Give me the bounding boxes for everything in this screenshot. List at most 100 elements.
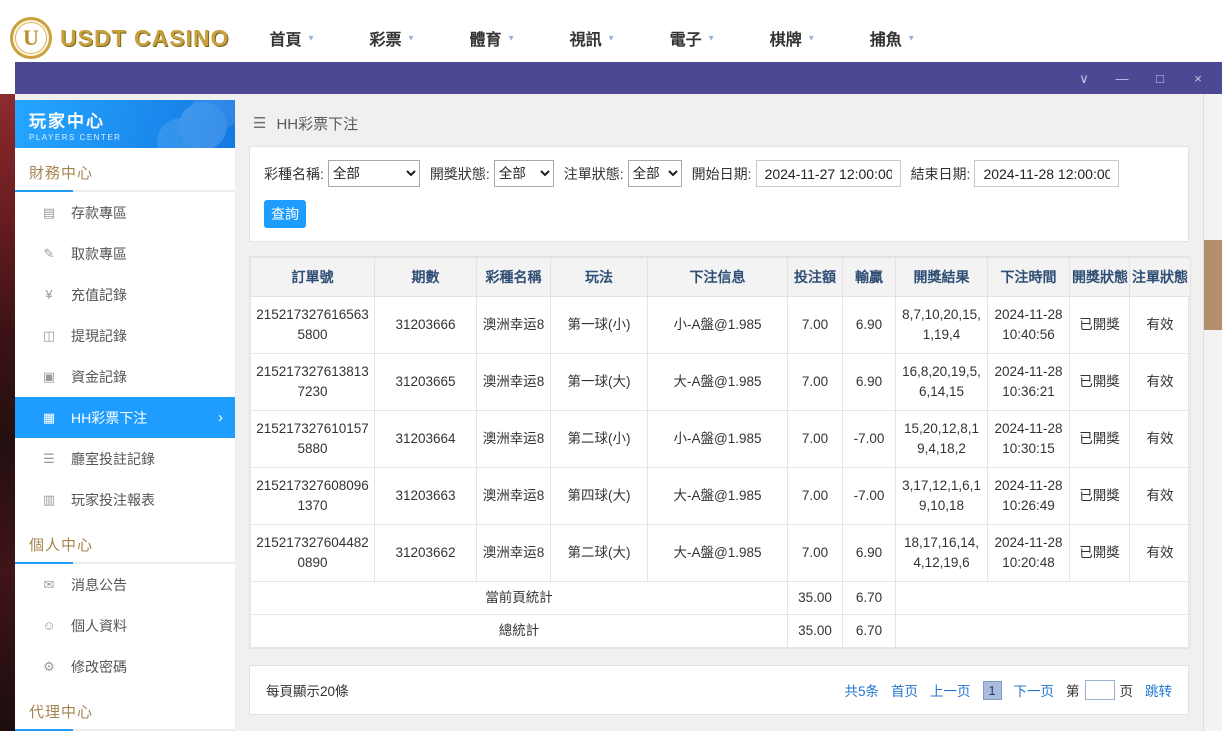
cell-play: 第二球(小) <box>550 410 648 468</box>
nav-item-slots[interactable]: 電子 ▾ <box>670 26 714 50</box>
jump-prefix-text: 第 <box>1066 684 1080 699</box>
cell-bet-info: 大-A盤@1.985 <box>647 353 788 411</box>
end-date-label: 結束日期: <box>910 165 971 182</box>
filter-end-date: 結束日期: <box>911 160 1120 187</box>
sidebar-item-hall-bet-records[interactable]: ☰ 廳室投註記錄 <box>15 438 235 479</box>
nav-label: 捕魚 <box>869 32 902 49</box>
summary-label: 當前頁統計 <box>250 581 788 615</box>
cell-period: 31203666 <box>374 296 477 354</box>
sidebar-item-withdraw-record[interactable]: ◫ 提現記錄 <box>15 315 235 356</box>
sidebar-item-label: HH彩票下注 <box>71 409 148 426</box>
search-button[interactable]: 查詢 <box>264 200 306 228</box>
sidebar-item-player-bet-report[interactable]: ▥ 玩家投注報表 <box>15 479 235 520</box>
nav-item-video[interactable]: 視訊 ▾ <box>570 26 614 50</box>
sidebar-item-hh-lottery-bets[interactable]: ▦ HH彩票下注 › <box>15 397 235 438</box>
cashout-icon: ◫ <box>42 327 56 343</box>
maximize-icon[interactable]: □ <box>1152 72 1168 85</box>
sidebar-item-notices[interactable]: ✉ 消息公告 <box>15 564 235 605</box>
nav-label: 視訊 <box>569 32 602 49</box>
cell-draw-status: 已開獎 <box>1069 410 1130 468</box>
pager: 共5条 首页 上一页 1 下一页 第 页 跳转 <box>844 680 1172 700</box>
chevron-down-icon: ▾ <box>508 32 514 44</box>
column-header-lottery: 彩種名稱 <box>476 257 551 297</box>
cell-amount: 7.00 <box>787 524 843 582</box>
cell-bet-info: 大-A盤@1.985 <box>647 524 788 582</box>
sidebar-item-label: 提現記錄 <box>71 327 127 344</box>
nav-label: 首頁 <box>269 32 302 49</box>
nav-item-fishing[interactable]: 捕魚 ▾ <box>870 26 914 50</box>
cell-win: 6.90 <box>842 353 896 411</box>
column-header-amount: 投注額 <box>787 257 843 297</box>
bell-icon: ✉ <box>43 576 55 592</box>
cell-amount: 7.00 <box>787 410 843 468</box>
table-row: 2152173276044820890 31203662 澳洲幸运8 第二球(大… <box>250 524 1191 582</box>
sidebar-item-change-password[interactable]: ⚙ 修改密碼 <box>15 646 235 687</box>
withdraw-icon: ✎ <box>43 245 55 261</box>
sidebar-item-label: 存款專區 <box>71 204 127 221</box>
dropdown-icon[interactable]: ∨ <box>1076 72 1092 85</box>
sidebar-header: 玩家中心 PLAYERS CENTER <box>15 100 235 148</box>
prev-page-link[interactable]: 上一页 <box>930 680 971 700</box>
cell-amount: 7.00 <box>787 467 843 525</box>
cell-result: 16,8,20,19,5,6,14,15 <box>895 353 988 411</box>
order-status-select[interactable]: 全部 <box>627 160 682 187</box>
table-row: 2152173276165635800 31203666 澳洲幸运8 第一球(小… <box>250 296 1191 354</box>
column-header-bet-info: 下注信息 <box>647 257 788 297</box>
section-title-agent: 代理中心 <box>29 704 94 721</box>
filter-draw-status: 開獎狀態: 全部 <box>430 160 554 187</box>
nav-item-sports[interactable]: 體育 ▾ <box>470 26 514 50</box>
sidebar-item-label: 個人資料 <box>71 617 127 634</box>
summary-amount: 35.00 <box>787 614 843 648</box>
nav-label: 電子 <box>669 32 702 49</box>
cell-result: 18,17,16,14,4,12,19,6 <box>895 524 988 582</box>
jump-button[interactable]: 跳转 <box>1145 680 1172 700</box>
close-icon[interactable]: × <box>1190 72 1206 85</box>
nav-label: 棋牌 <box>769 32 802 49</box>
cell-amount: 7.00 <box>787 296 843 354</box>
sidebar-item-profile[interactable]: ☺ 個人資料 <box>15 605 235 646</box>
cell-lottery: 澳洲幸运8 <box>476 524 551 582</box>
chevron-down-icon: ▾ <box>808 32 814 44</box>
nav-item-home[interactable]: 首頁 ▾ <box>269 26 313 50</box>
nav-item-cards[interactable]: 棋牌 ▾ <box>770 26 814 50</box>
main-panel: ☰ HH彩票下注 彩種名稱: 全部 開獎狀態: 全部 注單狀態: 全部 開始日期… <box>235 94 1203 731</box>
summary-empty-cell <box>895 614 1191 648</box>
logo-text: USDT CASINO <box>60 24 230 51</box>
sidebar-item-funds-record[interactable]: ▣ 資金記錄 <box>15 356 235 397</box>
start-date-input[interactable] <box>755 160 901 187</box>
cell-result: 3,17,12,1,6,19,10,18 <box>895 467 988 525</box>
column-header-draw-status: 開獎狀態 <box>1069 257 1130 297</box>
draw-status-select[interactable]: 全部 <box>493 160 554 187</box>
hamburger-icon[interactable]: ☰ <box>253 114 266 132</box>
section-title-finance: 財務中心 <box>29 165 94 182</box>
cell-lottery: 澳洲幸运8 <box>476 410 551 468</box>
lottery-name-select[interactable]: 全部 <box>327 160 420 187</box>
nav-item-lottery[interactable]: 彩票 ▾ <box>370 26 414 50</box>
cell-result: 8,7,10,20,15,1,19,4 <box>895 296 988 354</box>
cell-bet-info: 大-A盤@1.985 <box>647 467 788 525</box>
deposit-icon: ▤ <box>42 204 56 220</box>
cell-order-status: 有效 <box>1129 524 1191 582</box>
cell-order-status: 有效 <box>1129 353 1191 411</box>
sidebar-item-recharge-record[interactable]: ¥ 充值記錄 <box>15 274 235 315</box>
cell-play: 第二球(大) <box>550 524 648 582</box>
site-logo[interactable]: U USDT CASINO <box>10 17 229 59</box>
screen: U USDT CASINO 首頁 ▾ 彩票 ▾ 體育 ▾ 視訊 ▾ 電子 ▾ 棋牌 ▾ 捕魚… <box>0 0 1222 731</box>
sidebar-item-withdraw[interactable]: ✎ 取款專區 <box>15 233 235 274</box>
sidebar-title: 玩家中心 <box>29 112 105 131</box>
end-date-input[interactable] <box>974 160 1120 187</box>
sidebar-item-deposit[interactable]: ▤ 存款專區 <box>15 192 235 233</box>
first-page-link[interactable]: 首页 <box>891 680 918 700</box>
bets-table-card: 訂單號 期數 彩種名稱 玩法 下注信息 投注額 輸贏 開獎結果 下注時間 開獎狀… <box>249 256 1191 649</box>
sidebar-item-label: 取款專區 <box>71 245 127 262</box>
current-page-indicator[interactable]: 1 <box>982 680 1002 700</box>
lottery-ticket-icon: ▦ <box>42 409 56 425</box>
column-header-play: 玩法 <box>550 257 648 297</box>
sidebar: 玩家中心 PLAYERS CENTER 財務中心 ▤ 存款專區 ✎ 取款專區 ¥… <box>15 100 235 731</box>
column-header-win: 輸贏 <box>842 257 896 297</box>
summary-win: 6.70 <box>842 581 896 615</box>
minimize-icon[interactable]: — <box>1114 72 1130 85</box>
next-page-link[interactable]: 下一页 <box>1014 680 1055 700</box>
column-header-order-status: 注單狀態 <box>1129 257 1191 297</box>
jump-page-input[interactable] <box>1084 680 1115 700</box>
